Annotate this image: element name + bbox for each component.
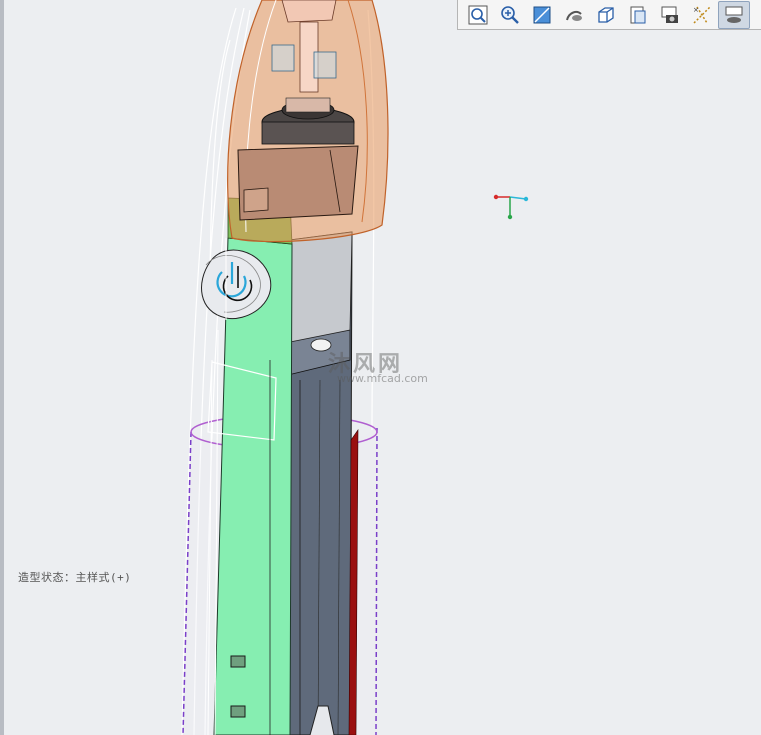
model-state-label: 造型状态：主样式(+) <box>18 571 132 584</box>
zoom-fit-icon <box>468 5 488 24</box>
datum-display-icon: × <box>693 6 711 24</box>
view-manager-icon <box>725 6 743 23</box>
rotate-view-button[interactable] <box>558 1 590 29</box>
axis-triad <box>493 194 529 220</box>
svg-text:×: × <box>693 6 699 14</box>
head-shell <box>227 0 389 243</box>
zoom-area-icon <box>533 6 551 23</box>
view-toolbar: × <box>457 0 761 30</box>
display-style-icon <box>630 6 646 23</box>
view-orientation-button[interactable] <box>590 1 622 29</box>
rotate-view-icon <box>566 10 582 21</box>
zoom-in-icon <box>501 5 519 24</box>
zoom-fit-button[interactable] <box>462 1 494 29</box>
view-manager-button[interactable] <box>718 0 750 29</box>
watermark-url: www.mfcad.com <box>337 372 428 385</box>
zoom-in-button[interactable] <box>494 1 526 29</box>
display-style-button[interactable] <box>622 1 654 29</box>
motor-housing <box>287 231 359 735</box>
view-orientation-icon <box>598 6 614 23</box>
camera-screenshot-button[interactable] <box>654 1 686 29</box>
camera-screenshot-icon <box>661 6 678 23</box>
zoom-area-button[interactable] <box>526 1 558 29</box>
datum-display-button[interactable]: × <box>686 1 718 29</box>
3d-viewport[interactable]: 沐风网 www.mfcad.com 造型状态：主样式(+) <box>0 0 761 735</box>
